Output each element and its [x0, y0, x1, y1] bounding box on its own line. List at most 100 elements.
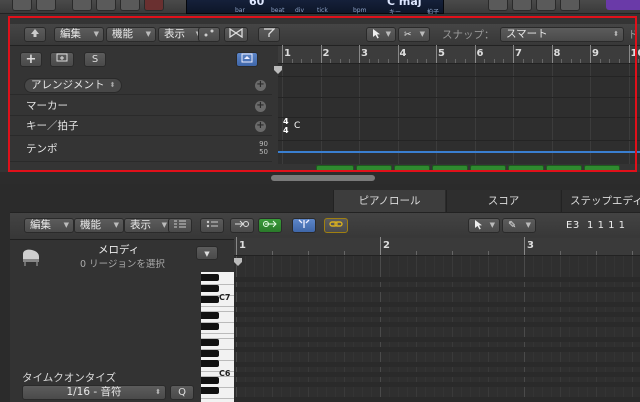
- piano-roll-bar-number: 2: [383, 240, 390, 251]
- marker-track[interactable]: マーカー +: [10, 97, 272, 116]
- piano-black-key: [201, 376, 219, 384]
- add-track-button[interactable]: +: [20, 52, 42, 67]
- signature-track[interactable]: キー／拍子 +: [10, 117, 272, 136]
- piano-roll-black-key-row: [234, 397, 640, 402]
- piano-roll-black-key-row: [234, 382, 640, 387]
- chevron-down-icon: ▼: [145, 30, 151, 38]
- piano-black-key: [201, 387, 219, 395]
- edit-menu[interactable]: 編集 ▼: [54, 27, 104, 42]
- bowtie-button[interactable]: [224, 27, 248, 42]
- editor-pencil-tool-menu[interactable]: ✎ ▼: [502, 218, 536, 233]
- link-button[interactable]: [324, 218, 348, 233]
- ruler-beat-tick: [522, 59, 524, 63]
- catch-playhead-button[interactable]: [292, 218, 316, 233]
- piano-roll-ruler[interactable]: 1 2 3: [234, 237, 640, 256]
- piano-roll-grid[interactable]: [234, 256, 640, 402]
- piano-roll-beat-tick: [272, 251, 273, 255]
- piano-black-key: [201, 349, 219, 357]
- upper-tracks-grid[interactable]: [278, 64, 640, 164]
- pointer-icon: [373, 29, 380, 39]
- ruler-beat-tick: [301, 59, 303, 63]
- list-editor-button[interactable]: [606, 0, 640, 10]
- count-in-button[interactable]: [512, 0, 532, 11]
- editor-view-menu[interactable]: 表示 ▼: [124, 218, 172, 233]
- tab-step-editor[interactable]: ステップエディ: [561, 190, 640, 212]
- playhead-icon[interactable]: [274, 64, 282, 74]
- tab-score[interactable]: スコア: [446, 190, 560, 212]
- scissors-tool-menu[interactable]: ✂ ▼: [398, 27, 430, 42]
- catch-icon: [298, 219, 310, 228]
- piano-roll-black-key-row: [234, 312, 640, 317]
- ruler-beat-tick: [368, 59, 370, 63]
- quantize-button[interactable]: Q: [170, 385, 194, 400]
- library-button[interactable]: [12, 0, 32, 11]
- arrangement-dropdown[interactable]: アレンジメント ⬍: [24, 78, 122, 93]
- add-signature-icon[interactable]: +: [255, 121, 266, 132]
- editor-functions-label: 機能: [80, 219, 101, 231]
- editor-toolbar: 編集 ▼ 機能 ▼ 表示 ▼ ▼ ✎ ▼ E3 1 1 1 1: [10, 212, 640, 240]
- snap-menu[interactable]: スマート ⬍: [500, 27, 624, 42]
- global-tracks-button[interactable]: [236, 52, 258, 67]
- grid-bar-line: [628, 64, 630, 164]
- time-signature-bottom: 4: [283, 126, 289, 135]
- time-quantize-menu[interactable]: 1/16 - 音符 ⬍: [22, 385, 166, 400]
- tempo-label: テンポ: [26, 143, 58, 155]
- cycle-button[interactable]: [560, 0, 580, 11]
- up-arrow-button[interactable]: [24, 27, 46, 42]
- forward-button[interactable]: [96, 0, 116, 11]
- record-button[interactable]: [144, 0, 164, 11]
- arrangement-label: アレンジメント: [31, 79, 105, 91]
- snap-label: スナップ：: [442, 29, 495, 41]
- collapse-button[interactable]: [168, 218, 192, 233]
- filter-icon: [264, 28, 276, 37]
- ruler-tick: [282, 45, 283, 63]
- editor-edit-menu[interactable]: 編集 ▼: [24, 218, 74, 233]
- editor-pointer-tool-menu[interactable]: ▼: [468, 218, 500, 233]
- folder-plus-icon: [56, 53, 68, 62]
- piano-roll-black-key-row: [234, 277, 640, 282]
- upper-ruler[interactable]: 1 2 3 4 5 6 7 8 9 10: [278, 45, 640, 64]
- piano-black-key: [201, 338, 219, 346]
- filter-button[interactable]: [258, 27, 280, 42]
- catch-button[interactable]: [198, 27, 220, 42]
- play-button[interactable]: [120, 0, 140, 11]
- inspector-button[interactable]: [36, 0, 56, 11]
- grid-row-line: [278, 140, 640, 141]
- add-arrangement-icon[interactable]: +: [255, 80, 266, 91]
- pointer-tool-menu[interactable]: ▼: [366, 27, 396, 42]
- time-quantize-value: 1/16 - 音符: [66, 386, 122, 398]
- solo-button[interactable]: S: [84, 52, 106, 67]
- rewind-button[interactable]: [72, 0, 92, 11]
- editor-playhead-icon[interactable]: [234, 256, 242, 266]
- midi-in-button[interactable]: [230, 218, 254, 233]
- piano-roll-black-key-row: [234, 372, 640, 377]
- tuner-button[interactable]: [488, 0, 508, 11]
- arrangement-track[interactable]: アレンジメント ⬍ +: [10, 76, 272, 95]
- track-name: メロディ: [98, 244, 140, 256]
- edit-menu-label: 編集: [60, 28, 81, 40]
- scrollbar-thumb[interactable]: [271, 175, 375, 181]
- c6-key-label: C6: [219, 369, 231, 378]
- grid-row-line: [278, 76, 640, 77]
- folder-button[interactable]: [50, 52, 74, 67]
- midi-out-button[interactable]: [258, 218, 282, 233]
- tab-piano-roll[interactable]: ピアノロール: [333, 190, 445, 212]
- grid-bar-line: [397, 64, 399, 164]
- metronome-button[interactable]: [536, 0, 556, 11]
- piano-keyboard[interactable]: C7 C6: [201, 272, 234, 402]
- ruler-beat-tick: [609, 59, 611, 63]
- arrow-up-icon: [31, 29, 39, 37]
- grid-bar-line: [513, 64, 514, 164]
- ruler-bar-number: 6: [476, 48, 484, 59]
- ruler-beat-tick: [407, 59, 409, 63]
- inspector-toggle-button[interactable]: ▼: [196, 246, 218, 260]
- velocity-button[interactable]: [200, 218, 224, 233]
- tempo-line[interactable]: [278, 151, 640, 153]
- tempo-track[interactable]: テンポ 90 50: [10, 140, 272, 162]
- piano-roll-ruler-tick: [236, 237, 237, 255]
- functions-menu[interactable]: 機能 ▼: [106, 27, 156, 42]
- editor-functions-menu[interactable]: 機能 ▼: [74, 218, 124, 233]
- add-marker-icon[interactable]: +: [255, 101, 266, 112]
- lcd-display[interactable]: 60 C maj bar beat div tick bpm キー 拍子: [186, 0, 444, 16]
- piano-black-key: [201, 311, 219, 319]
